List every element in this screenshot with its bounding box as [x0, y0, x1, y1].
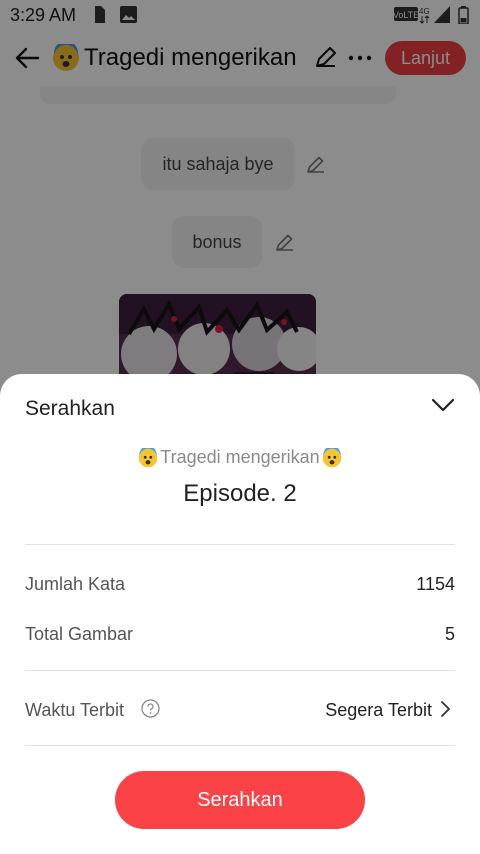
- word-count-label: Jumlah Kata: [25, 574, 126, 594]
- story-title: Tragedi mengerikan: [160, 447, 320, 467]
- image-count-label: Total Gambar: [25, 624, 134, 644]
- fearful-face-emoji: [322, 447, 341, 467]
- sheet-title: Serahkan: [25, 397, 115, 420]
- publish-time-value[interactable]: Segera Terbit: [325, 700, 432, 721]
- publish-time-label: Waktu Terbit: [25, 700, 125, 720]
- story-title-row: Tragedi mengerikan: [0, 447, 480, 468]
- help-icon[interactable]: [141, 699, 160, 718]
- episode-title: Episode. 2: [183, 480, 297, 507]
- chevron-down-icon[interactable]: [430, 394, 456, 416]
- divider: [25, 745, 455, 746]
- fearful-face-emoji: [138, 447, 158, 467]
- submit-button[interactable]: Serahkan: [115, 771, 365, 829]
- divider: [25, 670, 455, 671]
- divider: [25, 544, 455, 545]
- word-count-value: 1154: [416, 574, 455, 594]
- submit-sheet: Serahkan Tragedi mengerikan Episode. 2 J…: [0, 374, 480, 854]
- image-count-value: 5: [444, 624, 455, 644]
- chevron-right-icon[interactable]: [438, 700, 452, 718]
